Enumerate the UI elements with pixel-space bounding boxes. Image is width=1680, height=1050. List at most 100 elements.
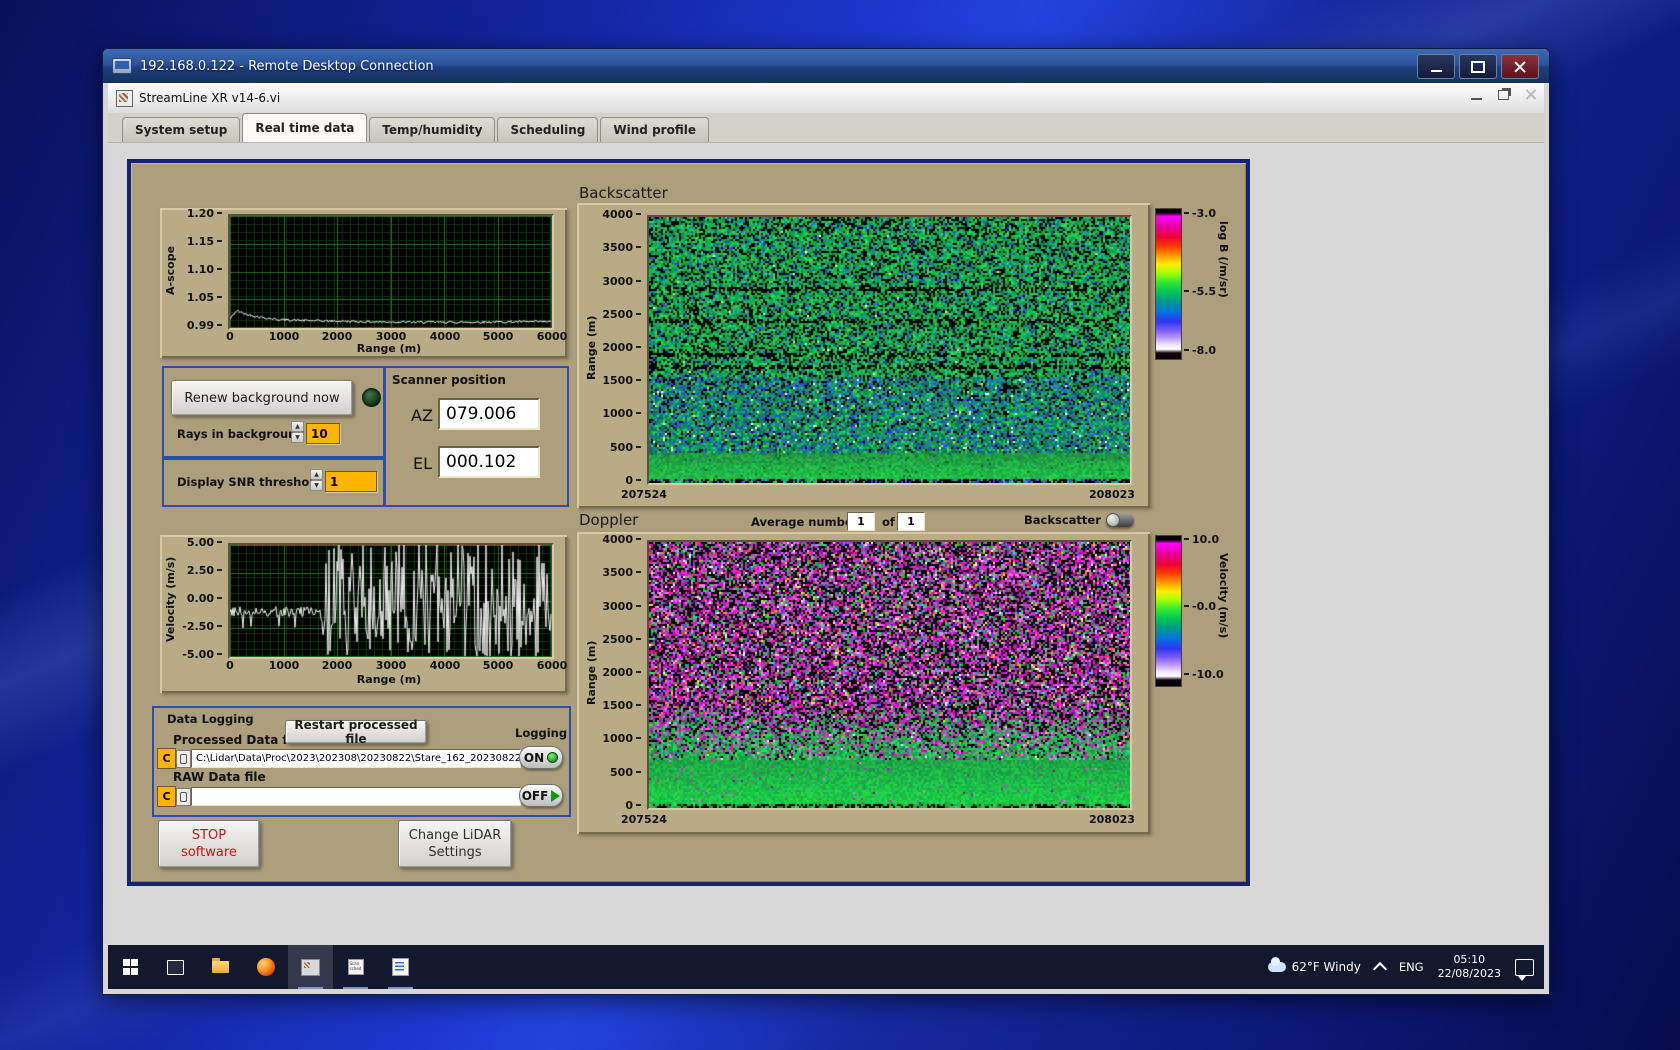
- raw-drive-letter[interactable]: C: [157, 786, 176, 807]
- tab-bar: System setup Real time data Temp/humidit…: [108, 113, 1544, 143]
- renew-background-button[interactable]: Renew background now: [171, 380, 353, 416]
- streamline-app-icon: [301, 958, 320, 976]
- velocity-xtick: 5000: [482, 659, 514, 672]
- app-titlebar[interactable]: StreamLine XR v14-6.vi: [108, 83, 1544, 114]
- app-window-title: StreamLine XR v14-6.vi: [139, 91, 281, 105]
- velocity-xlabel: Range (m): [356, 673, 422, 686]
- ascope-xlabel: Range (m): [356, 342, 422, 355]
- spinner-up-icon[interactable]: ▲: [291, 421, 304, 432]
- change-line1: Change LiDAR: [408, 828, 502, 843]
- maximize-icon: [1471, 60, 1485, 73]
- doppler-cbtick: -10.0: [1184, 668, 1224, 681]
- snr-value-field[interactable]: 1: [325, 471, 377, 492]
- task-view-button[interactable]: [153, 945, 198, 989]
- start-button[interactable]: [108, 945, 153, 989]
- weather-cloud-icon: [1267, 957, 1286, 972]
- velocity-xtick: 2000: [321, 659, 353, 672]
- background-controls-box: Renew background now Rays in background …: [162, 366, 386, 460]
- snr-threshold-box: Display SNR threshold ▲ ▼ 1: [162, 456, 386, 507]
- scanner-position-title: Scanner position: [392, 373, 506, 387]
- velocity-ytick: 5.00: [178, 536, 222, 549]
- app-close-icon[interactable]: [1525, 89, 1536, 100]
- backscatter-cbtick: -8.0: [1184, 344, 1216, 357]
- taskbar-weather[interactable]: 62°F Windy: [1267, 957, 1361, 974]
- scanner-position-box: Scanner position AZ 079.006 EL 000.102: [383, 366, 569, 507]
- tab-scheduling[interactable]: Scheduling: [497, 117, 599, 142]
- stop-software-button[interactable]: STOP software: [158, 820, 260, 868]
- file-explorer-button[interactable]: [198, 945, 243, 989]
- velocity-ytick: 2.50: [178, 564, 222, 577]
- notification-center-icon[interactable]: [1515, 958, 1534, 981]
- rdp-minimize-button[interactable]: [1417, 54, 1455, 79]
- backscatter-xstart: 207524: [621, 488, 667, 501]
- rdp-close-button[interactable]: [1501, 54, 1539, 79]
- raw-path-browse-icon[interactable]: [176, 788, 191, 806]
- language-indicator[interactable]: ENG: [1399, 960, 1424, 974]
- processed-path-field[interactable]: C:\Lidar\Data\Proc\2023\202308\20230822\…: [191, 749, 521, 768]
- on-led-icon: [547, 752, 559, 763]
- firefox-button[interactable]: [243, 945, 288, 989]
- snr-threshold-label: Display SNR threshold: [177, 475, 322, 489]
- stop-line1: STOP: [191, 828, 227, 843]
- app-minimize-icon[interactable]: [1471, 97, 1482, 100]
- taskbar: Scan sched 62°F Windy ENG 05:10 22/08/20…: [108, 945, 1544, 989]
- velocity-graph: Velocity (m/s) 5.00 2.50 0.00 -2.50 -5.0…: [160, 535, 567, 693]
- backscatter-display-toggle[interactable]: [1106, 513, 1134, 527]
- processed-path-browse-icon[interactable]: [176, 750, 191, 768]
- processed-logging-on-button[interactable]: ON: [519, 746, 563, 769]
- tab-real-time-data[interactable]: Real time data: [242, 113, 368, 142]
- change-lidar-settings-button[interactable]: Change LiDAR Settings: [398, 820, 512, 868]
- ascope-ytick: 1.10: [178, 263, 222, 276]
- velocity-xtick: 3000: [375, 659, 407, 672]
- raw-logging-off-button[interactable]: OFF: [519, 784, 563, 807]
- doppler-ytick: 3000: [597, 600, 641, 613]
- change-line2: Settings: [428, 845, 482, 860]
- of-label: of: [882, 515, 895, 529]
- desktop: 192.168.0.122 - Remote Desktop Connectio…: [0, 0, 1680, 1050]
- processed-drive-letter[interactable]: C: [157, 748, 176, 769]
- az-label: AZ: [411, 406, 433, 425]
- scan-scheduler-app-button[interactable]: Scan sched: [333, 945, 378, 989]
- velocity-plot-canvas: [230, 545, 552, 657]
- show-hidden-icons-chevron[interactable]: [1372, 961, 1387, 977]
- tab-temp-humidity[interactable]: Temp/humidity: [369, 117, 496, 142]
- rays-spinner[interactable]: ▲ ▼: [291, 421, 304, 443]
- backscatter-ytick: 1500: [597, 374, 641, 387]
- average-total-field[interactable]: 1: [897, 512, 925, 531]
- backscatter-ytick: 500: [597, 441, 641, 454]
- ascope-plot-canvas: [230, 216, 552, 328]
- backscatter-colorbar: [1155, 208, 1182, 360]
- stop-line2: software: [181, 845, 237, 860]
- tab-system-setup[interactable]: System setup: [122, 117, 241, 142]
- streamline-app-button[interactable]: [288, 945, 333, 989]
- backscatter-section-title: Backscatter: [579, 184, 668, 202]
- average-number-field[interactable]: 1: [847, 512, 875, 531]
- restart-processed-file-button[interactable]: Restart processed file: [285, 718, 427, 746]
- document-app-button[interactable]: [378, 945, 423, 989]
- data-logging-box: Data Logging Processed Data file Restart…: [152, 706, 571, 817]
- doppler-xend: 208023: [1089, 813, 1135, 826]
- spinner-down-icon[interactable]: ▼: [291, 432, 304, 443]
- velocity-xtick: 1000: [268, 659, 300, 672]
- doppler-ytick: 2500: [597, 633, 641, 646]
- backscatter-colorbar-label: log B (/m/sr): [1217, 221, 1230, 298]
- raw-path-field[interactable]: [191, 787, 521, 806]
- spinner-down-icon[interactable]: ▼: [310, 480, 323, 491]
- app-restore-icon[interactable]: [1498, 89, 1509, 100]
- doppler-ytick: 3500: [597, 566, 641, 579]
- rays-value-field[interactable]: 10: [306, 423, 340, 444]
- clock-date: 22/08/2023: [1437, 967, 1501, 980]
- velocity-xtick: 6000: [536, 659, 568, 672]
- spinner-up-icon[interactable]: ▲: [310, 469, 323, 480]
- rdp-titlebar[interactable]: 192.168.0.122 - Remote Desktop Connectio…: [103, 49, 1549, 83]
- tab-wind-profile[interactable]: Wind profile: [600, 117, 709, 142]
- rdp-maximize-button[interactable]: [1459, 54, 1497, 79]
- labview-vi-icon: [116, 89, 133, 107]
- backscatter-ytick: 0: [597, 474, 641, 487]
- backscatter-cbtick: -5.5: [1184, 285, 1216, 298]
- doppler-graph: Range (m) 4000 3500 3000 2500 2000 1500 …: [577, 532, 1150, 834]
- snr-spinner[interactable]: ▲ ▼: [310, 469, 323, 491]
- ascope-ytick: 1.05: [178, 291, 222, 304]
- backscatter-cbtick: -3.0: [1184, 207, 1216, 220]
- taskbar-clock[interactable]: 05:10 22/08/2023: [1438, 953, 1501, 981]
